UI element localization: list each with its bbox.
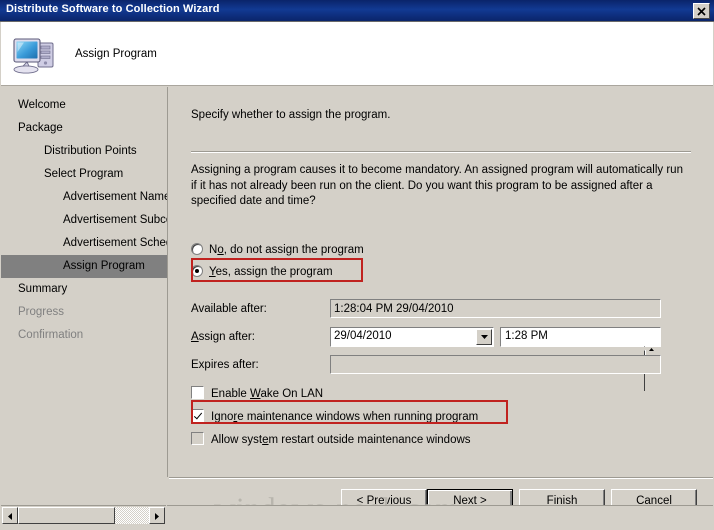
close-button[interactable] xyxy=(693,3,710,19)
radio-label-part: es, assign the program xyxy=(215,266,333,278)
checkbox-label-part: e maintenance windows when running progr… xyxy=(237,411,479,423)
sidebar-item-label: Confirmation xyxy=(18,329,84,341)
sidebar-item-package[interactable]: Package xyxy=(1,117,167,140)
expires-after-label: Expires after: xyxy=(191,359,259,371)
sidebar-item-welcome[interactable]: Welcome xyxy=(1,94,167,117)
footer-background xyxy=(167,505,713,524)
checkbox-indicator xyxy=(190,385,205,400)
sidebar-item-advertisement-subcollection[interactable]: Advertisement Subcollec xyxy=(1,209,167,232)
checkbox-label-part: ake On LAN xyxy=(260,388,324,400)
description-text: Assigning a program causes it to become … xyxy=(191,164,683,207)
sidebar-item-label: Progress xyxy=(18,306,65,318)
spinner-arrows[interactable] xyxy=(644,328,659,391)
label-part: ssign after: xyxy=(198,331,255,343)
checkbox-indicator-checked xyxy=(190,408,205,423)
sidebar-item-assign-program[interactable]: Assign Program xyxy=(1,255,167,278)
checkbox-enable-wake-on-lan[interactable]: Enable Wake On LAN xyxy=(190,385,324,400)
assign-after-label: Assign after: xyxy=(191,331,255,343)
wizard-window: Distribute Software to Collection Wizard xyxy=(0,0,714,530)
checkbox-label-part: Igno xyxy=(211,411,234,423)
sidebar-item-label: Package xyxy=(18,122,63,134)
checkbox-ignore-maintenance-windows[interactable]: Ignore maintenance windows when running … xyxy=(190,408,479,423)
sidebar-item-label: Distribution Points xyxy=(44,145,137,157)
sidebar-item-label: Advertisement Subcollec xyxy=(63,214,167,226)
radio-label-part: , do not assign the program xyxy=(223,244,364,256)
title-bar: Distribute Software to Collection Wizard xyxy=(0,0,714,22)
page-title: Assign Program xyxy=(75,48,157,60)
sidebar-item-summary[interactable]: Summary xyxy=(1,278,167,301)
scrollbar-track[interactable] xyxy=(18,507,149,524)
sidebar-item-select-program[interactable]: Select Program xyxy=(1,163,167,186)
sidebar-item-advertisement-schedule[interactable]: Advertisement Schedule xyxy=(1,232,167,255)
sidebar-item-label: Assign Program xyxy=(63,260,145,272)
radio-indicator-selected xyxy=(191,265,203,277)
wizard-steps-sidebar: Welcome Package Distribution Points Sele… xyxy=(1,87,167,477)
checkbox-indicator xyxy=(190,431,205,446)
wizard-header: Assign Program xyxy=(1,22,713,86)
sidebar-item-advertisement-name[interactable]: Advertisement Name xyxy=(1,186,167,209)
scroll-right-icon[interactable] xyxy=(149,507,165,524)
available-after-label: Available after: xyxy=(191,303,267,315)
checkbox-allow-system-restart[interactable]: Allow system restart outside maintenance… xyxy=(190,431,471,446)
computer-icon xyxy=(11,30,59,78)
sidebar-item-confirmation: Confirmation xyxy=(1,324,167,347)
assign-after-time-value: 1:28 PM xyxy=(505,330,548,342)
available-after-value: 1:28:04 PM 29/04/2010 xyxy=(330,299,661,318)
sidebar-item-distribution-points[interactable]: Distribution Points xyxy=(1,140,167,163)
window-title: Distribute Software to Collection Wizard xyxy=(6,3,220,15)
chevron-down-icon[interactable] xyxy=(476,329,492,345)
instruction-text: Specify whether to assign the program. xyxy=(191,109,391,121)
checkbox-label-part: m restart outside maintenance windows xyxy=(268,434,471,446)
sidebar-item-label: Select Program xyxy=(44,168,124,180)
radio-do-not-assign[interactable]: No, do not assign the program xyxy=(191,243,364,256)
radio-assign-program[interactable]: Yes, assign the program xyxy=(191,265,333,278)
sidebar-item-label: Advertisement Schedule xyxy=(63,237,167,249)
assign-after-time-spinner[interactable]: 1:28 PM xyxy=(500,327,661,391)
sidebar-item-label: Welcome xyxy=(18,99,66,111)
checkbox-label-part: Allow syst xyxy=(211,434,263,446)
scroll-left-icon[interactable] xyxy=(2,507,18,524)
assign-after-date-combobox[interactable]: 29/04/2010 xyxy=(330,327,494,347)
close-icon xyxy=(697,7,706,16)
sidebar-item-label: Advertisement Name xyxy=(63,191,167,203)
radio-indicator xyxy=(191,243,203,255)
checkbox-label-accel: W xyxy=(250,388,261,400)
expires-after-value xyxy=(330,355,661,374)
sidebar-item-progress: Progress xyxy=(1,301,167,324)
assign-after-date-value: 29/04/2010 xyxy=(334,330,392,342)
horizontal-scrollbar[interactable] xyxy=(1,505,166,524)
content-divider xyxy=(191,151,691,153)
label-accel: A xyxy=(191,331,199,343)
sidebar-divider xyxy=(167,87,168,477)
footer-divider xyxy=(169,477,713,479)
radio-label-accel: Y xyxy=(209,266,216,278)
scrollbar-thumb[interactable] xyxy=(18,507,115,524)
checkbox-label-part: Enable xyxy=(211,388,251,400)
wizard-content: Specify whether to assign the program. A… xyxy=(169,87,713,477)
sidebar-item-label: Summary xyxy=(18,283,68,295)
